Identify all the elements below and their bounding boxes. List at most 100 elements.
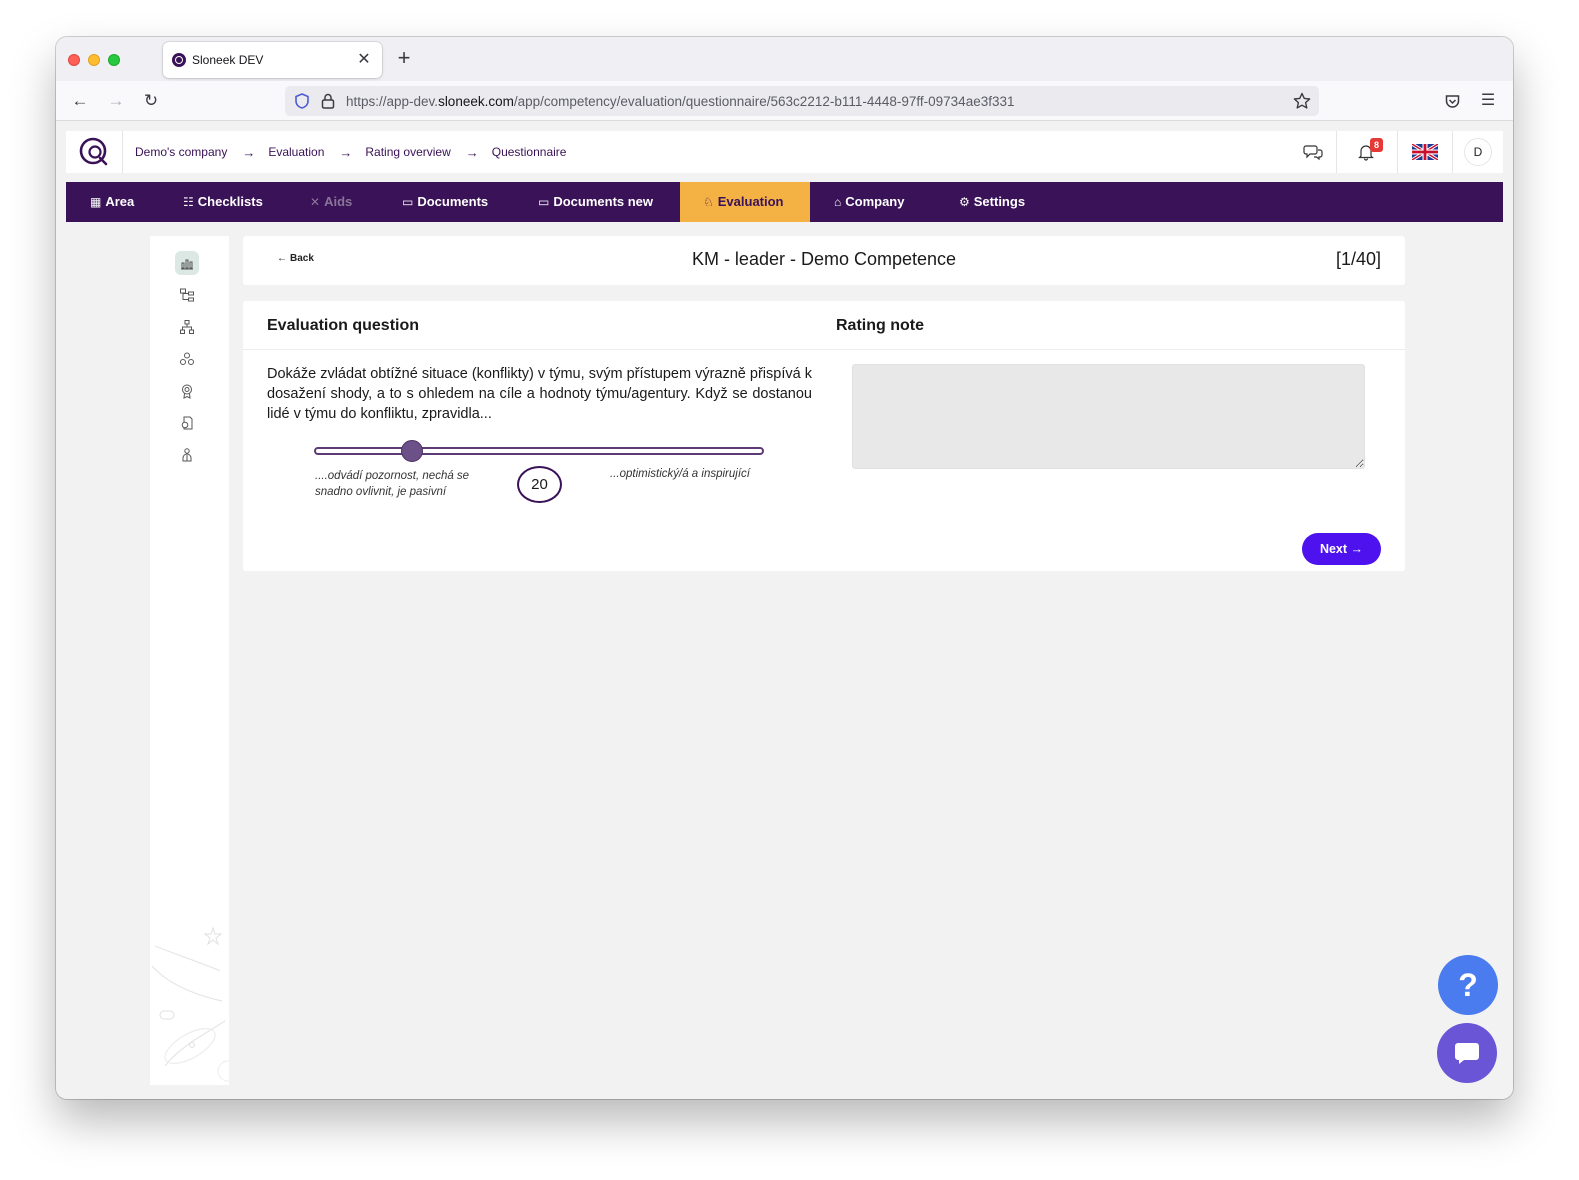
sidebar-illustration (151, 926, 229, 1082)
slider-max-label: ...optimistický/á a inspirující (610, 468, 750, 480)
hierarchy-icon (180, 320, 194, 334)
rating-note-textarea[interactable] (852, 364, 1365, 469)
divider (122, 131, 123, 173)
main-navigation: ▦ Area ☷ Checklists ✕ Aids ▭ Documents ▭ Docu… (66, 182, 1503, 222)
close-tab-icon[interactable]: ✕ (354, 49, 374, 69)
chat-icon (1455, 1043, 1479, 1064)
sloneek-logo[interactable] (78, 136, 110, 168)
next-button[interactable]: Next → (1302, 533, 1381, 565)
divider (1336, 131, 1337, 173)
divider (1397, 131, 1398, 173)
new-tab-button[interactable]: + (394, 45, 414, 71)
rating-slider-handle[interactable] (401, 440, 423, 462)
document-icon (181, 416, 193, 430)
nav-label: Company (845, 194, 905, 209)
question-card-header: Evaluation question Rating note (243, 301, 1405, 350)
sidebar-item-documents[interactable] (175, 411, 199, 435)
breadcrumb-arrow-icon: → (465, 145, 479, 160)
nav-item-company[interactable]: ⌂ Company (834, 182, 904, 222)
gear-icon: ⚙ (959, 195, 970, 209)
nav-label: Evaluation (717, 194, 784, 209)
nav-item-evaluation[interactable]: ♘ Evaluation (680, 182, 810, 222)
nav-label: Aids (324, 194, 353, 209)
question-card: Evaluation question Rating note Dokáže z… (243, 301, 1405, 571)
pocket-icon[interactable] (1444, 93, 1461, 110)
sidebar-item-people[interactable] (175, 443, 199, 467)
tree-icon (180, 288, 194, 302)
browser-window: Sloneek DEV ✕ + ← → ↻ https://app-dev.sl… (56, 37, 1513, 1099)
favicon-icon (172, 53, 186, 67)
browser-toolbar: ← → ↻ https://app-dev.sloneek.com/app/co… (56, 81, 1513, 121)
chart-icon (181, 259, 193, 270)
grid-icon: ▦ (90, 195, 102, 209)
nav-item-settings[interactable]: ⚙ Settings (959, 182, 1025, 222)
app-content: Demo's company → Evaluation → Rating ove… (56, 121, 1513, 1099)
nav-item-checklists[interactable]: ☷ Checklists (183, 182, 263, 222)
tab-title: Sloneek DEV (192, 53, 264, 67)
rating-note-heading: Rating note (836, 317, 924, 334)
help-button[interactable]: ? (1438, 955, 1498, 1015)
slider-min-label: ....odvádí pozornost, nechá se snadno ov… (315, 470, 470, 498)
checklist-icon: ☷ (183, 195, 194, 209)
question-text: Dokáže zvládat obtížné situace (konflikt… (267, 366, 812, 422)
tab-strip: Sloneek DEV ✕ + (56, 37, 1513, 81)
nav-label: Checklists (197, 194, 263, 209)
nav-item-aids[interactable]: ✕ Aids (310, 182, 352, 222)
shield-icon (295, 93, 309, 109)
avatar[interactable]: D (1464, 138, 1492, 166)
folder-icon: ▭ (538, 195, 550, 209)
menu-icon[interactable]: ☰ (1476, 89, 1500, 113)
close-window-button[interactable] (68, 54, 80, 66)
bank-icon: ⌂ (834, 195, 842, 209)
breadcrumb-rating-overview[interactable]: Rating overview (365, 145, 450, 160)
breadcrumb-arrow-icon: → (339, 145, 353, 160)
teams-icon (180, 352, 194, 365)
bookmark-star-icon[interactable] (1292, 91, 1312, 111)
folder-icon: ▭ (402, 195, 414, 209)
url-bar[interactable]: https://app-dev.sloneek.com/app/competen… (285, 86, 1319, 116)
reload-icon[interactable]: ↻ (139, 89, 163, 113)
rating-slider-track[interactable] (314, 447, 764, 455)
url-text: https://app-dev.sloneek.com/app/competen… (346, 94, 1015, 109)
notification-badge: 8 (1370, 138, 1383, 152)
tools-icon: ✕ (310, 195, 321, 209)
people-icon (182, 448, 192, 462)
nav-label: Settings (973, 194, 1026, 209)
evaluation-question-heading: Evaluation question (267, 317, 420, 334)
nav-label: Documents (417, 194, 489, 209)
slider-value: 20 (517, 466, 562, 503)
nav-item-documents-new[interactable]: ▭ Documents new (538, 182, 653, 222)
back-arrow-icon[interactable]: ← (68, 89, 92, 113)
sidebar-item-analytics[interactable] (175, 251, 199, 275)
nav-item-documents[interactable]: ▭ Documents (402, 182, 488, 222)
maximize-window-button[interactable] (108, 54, 120, 66)
browser-tab[interactable]: Sloneek DEV ✕ (163, 42, 382, 78)
question-progress: [1/40] (1335, 249, 1381, 269)
minimize-window-button[interactable] (88, 54, 100, 66)
page-title: KM - leader - Demo Competence (691, 249, 957, 269)
sidebar-item-awards[interactable] (175, 379, 199, 403)
sidebar (150, 236, 229, 1085)
questionnaire-header: ← Back KM - leader - Demo Competence [1/4… (243, 236, 1405, 285)
breadcrumb: Demo's company → Evaluation → Rating ove… (135, 145, 566, 160)
lock-icon (321, 93, 335, 109)
question-mark-icon: ? (1458, 966, 1478, 1003)
evaluation-icon: ♘ (703, 195, 714, 209)
sidebar-item-structure[interactable] (175, 283, 199, 307)
sidebar-item-hierarchy[interactable] (175, 315, 199, 339)
breadcrumb-evaluation[interactable]: Evaluation (268, 145, 324, 160)
uk-flag-icon[interactable] (1412, 144, 1438, 160)
nav-label: Area (105, 194, 135, 209)
sidebar-item-teams[interactable] (175, 347, 199, 371)
nav-label: Documents new (553, 194, 654, 209)
breadcrumb-company[interactable]: Demo's company (135, 145, 227, 160)
app-topbar: Demo's company → Evaluation → Rating ove… (66, 131, 1503, 173)
divider (1452, 131, 1453, 173)
breadcrumb-arrow-icon: → (242, 145, 256, 160)
award-icon (182, 384, 192, 399)
forward-arrow-icon[interactable]: → (104, 89, 128, 113)
chat-widget-button[interactable] (1437, 1023, 1497, 1083)
breadcrumb-questionnaire: Questionnaire (491, 145, 567, 159)
nav-item-area[interactable]: ▦ Area (90, 182, 134, 222)
chat-bubbles-icon[interactable] (1303, 142, 1323, 162)
